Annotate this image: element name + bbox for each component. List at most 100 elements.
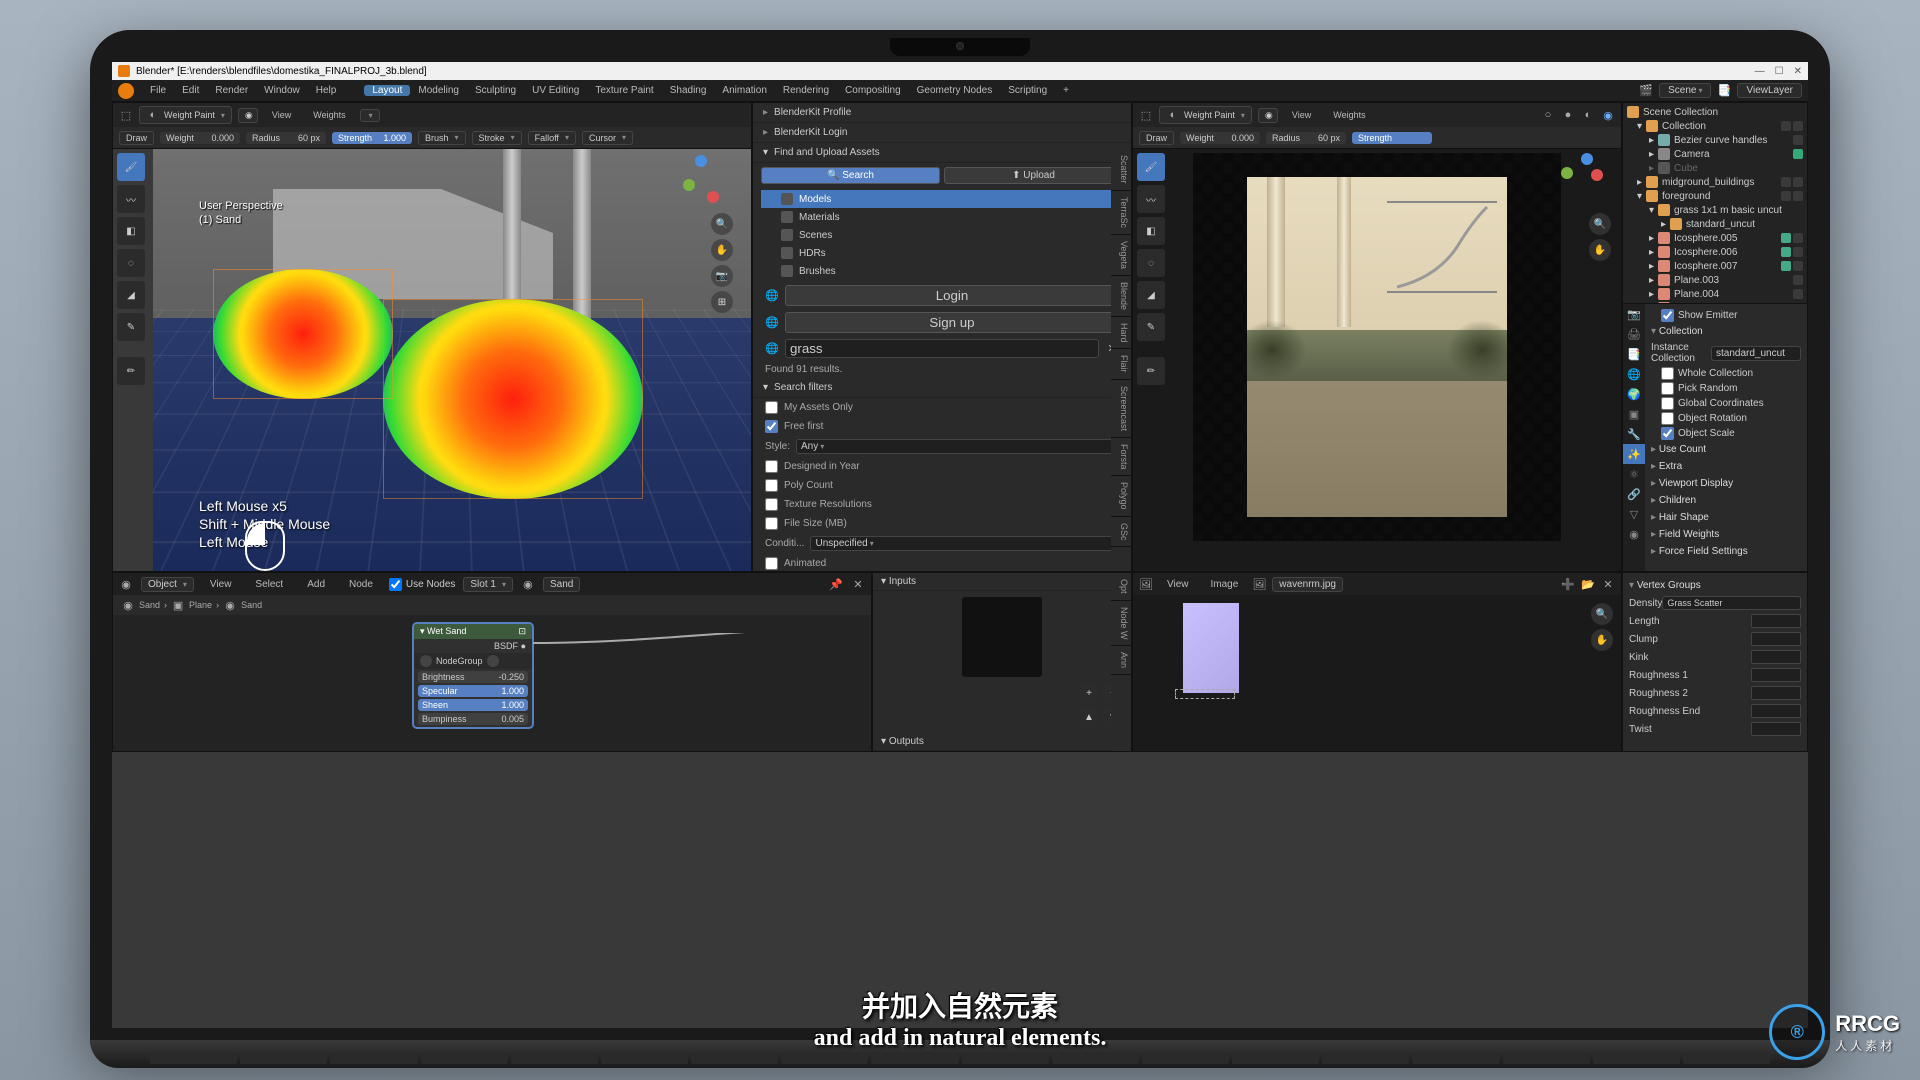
workspace-texpaint[interactable]: Texture Paint bbox=[587, 85, 661, 96]
ntab-terrasc[interactable]: TerraSc bbox=[1111, 191, 1131, 235]
outliner-item-camera[interactable]: ▸ Camera bbox=[1625, 147, 1805, 161]
close-icon[interactable]: ✕ bbox=[1794, 66, 1802, 77]
menu-file[interactable]: File bbox=[142, 85, 174, 96]
proptab-object-icon[interactable]: ▣ bbox=[1623, 404, 1645, 424]
proptab-data-icon[interactable]: ▽ bbox=[1623, 504, 1645, 524]
node-brightness[interactable]: Brightness-0.250 bbox=[418, 671, 528, 683]
outliner[interactable]: Scene Collection ▾ Collection ▸ Bezier c… bbox=[1623, 103, 1807, 303]
workspace-geonodes[interactable]: Geometry Nodes bbox=[909, 85, 1001, 96]
node-collapse-icon[interactable]: ⊡ bbox=[518, 626, 526, 637]
pick-random-check[interactable] bbox=[1661, 382, 1674, 395]
node-bumpiness[interactable]: Bumpiness0.005 bbox=[418, 713, 528, 725]
tool-brush-icon[interactable]: 🖌 bbox=[117, 153, 145, 181]
node-outputs-header[interactable]: ▾ Outputs bbox=[873, 733, 1131, 751]
outliner-ico006[interactable]: ▸ Icosphere.006 bbox=[1625, 245, 1805, 259]
workspace-uv[interactable]: UV Editing bbox=[524, 85, 587, 96]
material-select[interactable]: Sand bbox=[543, 577, 580, 592]
proptab-viewlayer-icon[interactable]: 📑 bbox=[1623, 344, 1645, 364]
shield-icon[interactable] bbox=[487, 655, 499, 667]
tool-gradient-b-icon[interactable]: ◢ bbox=[1137, 281, 1165, 309]
node-wet-sand[interactable]: ▾ Wet Sand⊡ BSDF ● NodeGroup Brightness-… bbox=[413, 623, 533, 728]
proptab-constraint-icon[interactable]: 🔗 bbox=[1623, 484, 1645, 504]
tool-brush-b-icon[interactable]: 🖌 bbox=[1137, 153, 1165, 181]
zoom-img-icon[interactable]: 🔍 bbox=[1591, 603, 1613, 625]
shading-matprev-icon[interactable]: ◐ bbox=[1581, 108, 1595, 122]
asset-cat-brushes[interactable]: Brushes bbox=[761, 262, 1123, 280]
ne-menu-select[interactable]: Select bbox=[247, 579, 291, 590]
vg-kink-field[interactable] bbox=[1751, 650, 1801, 664]
outliner-plane003[interactable]: ▸ Plane.003 bbox=[1625, 273, 1805, 287]
asset-cat-hdrs[interactable]: HDRs bbox=[761, 244, 1123, 262]
vg-twist-field[interactable] bbox=[1751, 722, 1801, 736]
asset-filter-year[interactable] bbox=[765, 460, 778, 473]
workspace-modeling[interactable]: Modeling bbox=[410, 85, 467, 96]
new-image-icon[interactable]: ➕ bbox=[1561, 577, 1575, 591]
asset-filter-texres[interactable] bbox=[765, 498, 778, 511]
editor-type-icon[interactable]: ⬚ bbox=[1139, 108, 1153, 122]
asset-search-button[interactable]: 🔍 Search bbox=[761, 167, 940, 184]
asset-search-input[interactable] bbox=[785, 339, 1099, 358]
maximize-icon[interactable]: ☐ bbox=[1775, 66, 1784, 77]
outliner-ico007[interactable]: ▸ Icosphere.007 bbox=[1625, 259, 1805, 273]
strength-slider[interactable]: Strength1.000 bbox=[332, 132, 412, 144]
propsec-vg[interactable]: Vertex Groups bbox=[1629, 577, 1801, 594]
ntab-ann[interactable]: Ann bbox=[1111, 646, 1131, 675]
tool-sample-b-icon[interactable]: ✎ bbox=[1137, 313, 1165, 341]
shading-solid-icon[interactable]: ● bbox=[1561, 108, 1575, 122]
image-select[interactable]: wavenrm.jpg bbox=[1272, 577, 1343, 592]
viewlayer-selector[interactable]: ViewLayer bbox=[1737, 83, 1802, 98]
outliner-foreground[interactable]: ▾ foreground bbox=[1625, 189, 1805, 203]
shading-rendered-icon[interactable]: ◉ bbox=[1601, 108, 1615, 122]
viewport-3d-canvas[interactable]: User Perspective (1) Sand Left Mouse x5 … bbox=[153, 149, 751, 571]
tool-average-icon[interactable]: ◧ bbox=[117, 217, 145, 245]
tool-draw[interactable]: Draw bbox=[119, 131, 154, 145]
slot-select[interactable]: Slot 1 bbox=[463, 577, 513, 592]
outliner-plane004[interactable]: ▸ Plane.004 bbox=[1625, 287, 1805, 301]
global-coords-check[interactable] bbox=[1661, 397, 1674, 410]
proptab-particles-icon[interactable]: ✨ bbox=[1623, 444, 1645, 464]
proptab-world-icon[interactable]: 🌍 bbox=[1623, 384, 1645, 404]
orientation-gizmo-b[interactable] bbox=[1561, 153, 1611, 203]
vg-roughend-field[interactable] bbox=[1751, 704, 1801, 718]
vp-menu-view[interactable]: View bbox=[264, 110, 299, 120]
whole-collection-check[interactable] bbox=[1661, 367, 1674, 380]
mode-selector[interactable]: ◐Weight Paint bbox=[139, 106, 232, 124]
vg-rough1-field[interactable] bbox=[1751, 668, 1801, 682]
asset-login-button[interactable]: Login bbox=[785, 285, 1119, 306]
ntab-nodew[interactable]: Node W bbox=[1111, 601, 1131, 647]
proptab-material-icon[interactable]: ◉ bbox=[1623, 524, 1645, 544]
strength-slider-b[interactable]: Strength bbox=[1352, 132, 1432, 144]
tool-average-b-icon[interactable]: ◧ bbox=[1137, 217, 1165, 245]
shading-wire-icon[interactable]: ○ bbox=[1541, 108, 1555, 122]
asset-cat-scenes[interactable]: Scenes bbox=[761, 226, 1123, 244]
camera-view-icon[interactable]: 📷 bbox=[711, 265, 733, 287]
tool-smear-b-icon[interactable]: 〰 bbox=[1137, 185, 1165, 213]
open-image-icon[interactable]: 📂 bbox=[1581, 577, 1595, 591]
object-rotation-check[interactable] bbox=[1661, 412, 1674, 425]
img-menu-image[interactable]: Image bbox=[1203, 579, 1247, 590]
orientation-gizmo[interactable] bbox=[683, 155, 733, 205]
workspace-rendering[interactable]: Rendering bbox=[775, 85, 837, 96]
proptab-render-icon[interactable]: 📷 bbox=[1623, 304, 1645, 324]
propsec-hair[interactable]: Hair Shape bbox=[1651, 509, 1801, 526]
workspace-animation[interactable]: Animation bbox=[714, 85, 774, 96]
asset-signup-button[interactable]: Sign up bbox=[785, 312, 1119, 333]
outliner-ico005[interactable]: ▸ Icosphere.005 bbox=[1625, 231, 1805, 245]
cursor-dropdown[interactable]: Cursor bbox=[582, 131, 633, 145]
editor-type-icon[interactable]: 🖼 bbox=[1139, 577, 1153, 591]
asset-filter-animated[interactable] bbox=[765, 557, 778, 570]
blender-logo-icon[interactable] bbox=[118, 83, 134, 99]
weight-slider[interactable]: Weight0.000 bbox=[160, 132, 240, 144]
ntab-vegeta[interactable]: Vegeta bbox=[1111, 235, 1131, 276]
tool-sample-icon[interactable]: ✎ bbox=[117, 313, 145, 341]
ntab-scatter[interactable]: Scatter bbox=[1111, 149, 1131, 191]
menu-window[interactable]: Window bbox=[256, 85, 308, 96]
workspace-compositing[interactable]: Compositing bbox=[837, 85, 909, 96]
asset-filters-header[interactable]: ▾ Search filters bbox=[753, 378, 1131, 398]
node-sheen[interactable]: Sheen1.000 bbox=[418, 699, 528, 711]
asset-cat-models[interactable]: Models bbox=[761, 190, 1123, 208]
propsec-vpdisp[interactable]: Viewport Display bbox=[1651, 475, 1801, 492]
add-input-icon[interactable]: + bbox=[1079, 683, 1099, 703]
instance-collection-select[interactable]: standard_uncut bbox=[1711, 346, 1801, 361]
proptab-scene-icon[interactable]: 🌐 bbox=[1623, 364, 1645, 384]
